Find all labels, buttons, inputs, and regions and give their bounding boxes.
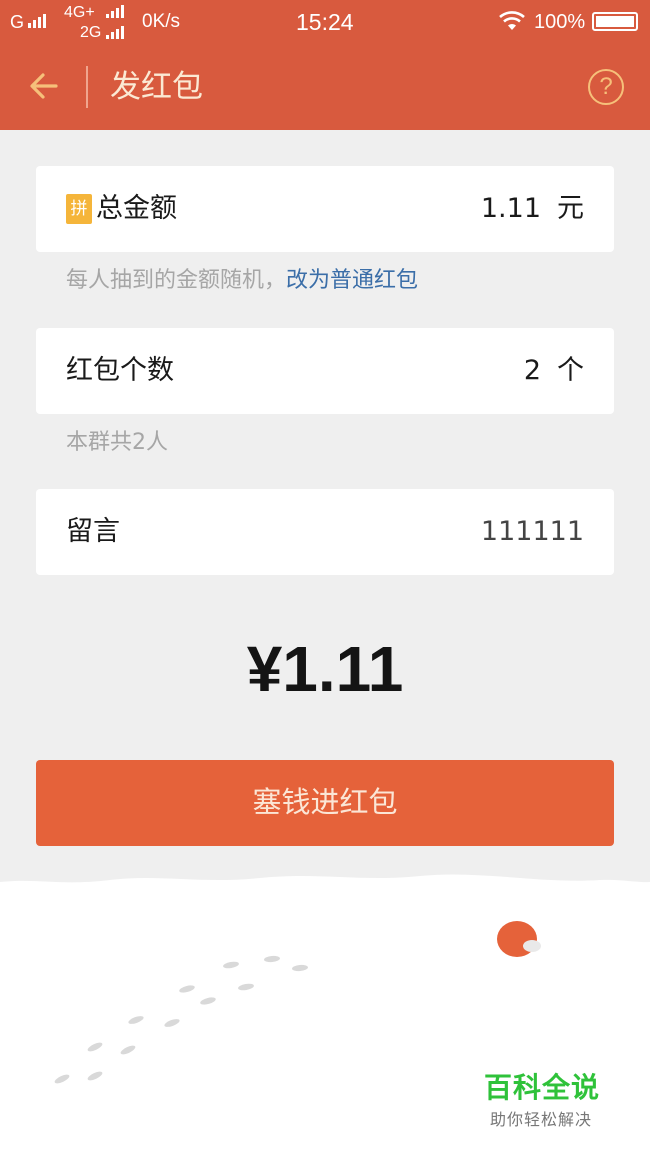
watermark-title: 百科全说 xyxy=(484,1071,601,1104)
message-input[interactable]: 111111 xyxy=(481,489,584,575)
status-bar: G 4G+ 2G 0K/s 15:24 100% xyxy=(0,0,650,44)
message-field[interactable]: 留言 111111 xyxy=(36,489,614,575)
signal-icon xyxy=(106,26,124,39)
total-amount-label: 拼总金额 xyxy=(66,166,177,252)
packet-count-field[interactable]: 红包个数 2个 xyxy=(36,328,614,414)
packet-count-value: 2个 xyxy=(524,328,584,414)
page-title: 发红包 xyxy=(110,69,203,105)
total-amount-field[interactable]: 拼总金额 1.11 元 xyxy=(36,166,614,252)
network-speed: 0K/s xyxy=(142,11,181,32)
back-arrow-icon[interactable] xyxy=(26,68,62,104)
network-type-top: 4G+ xyxy=(64,4,95,21)
total-amount-unit: 元 xyxy=(557,193,584,224)
clock: 15:24 xyxy=(296,9,354,35)
signal-icon xyxy=(28,14,46,28)
total-amount-input[interactable]: 1.11 xyxy=(481,193,541,224)
switch-to-normal-link[interactable]: 改为普通红包 xyxy=(286,268,418,293)
help-icon[interactable]: ? xyxy=(588,69,624,105)
message-label: 留言 xyxy=(66,516,120,547)
battery-icon xyxy=(592,12,638,31)
total-amount-display: ¥1.11 xyxy=(246,633,404,705)
amount-hint-text: 每人抽到的金额随机， xyxy=(66,268,287,293)
lucky-badge-icon: 拼 xyxy=(66,194,92,224)
packet-count-label: 红包个数 xyxy=(66,355,174,386)
watermark-subtitle: 助你轻松解决 xyxy=(490,1110,593,1129)
carrier-label: G xyxy=(10,12,25,32)
total-amount-label-text: 总金额 xyxy=(96,193,177,224)
send-red-packet-button[interactable]: 塞钱进红包 xyxy=(36,760,614,846)
packet-count-unit: 个 xyxy=(557,355,584,386)
watermark-logo: 百科全说 助你轻松解决 xyxy=(484,1066,624,1130)
network-type-bottom: 2G xyxy=(80,24,102,41)
battery-percent: 100% xyxy=(534,11,586,33)
total-amount-value: 1.11 元 xyxy=(481,166,584,252)
wifi-icon xyxy=(498,10,526,36)
packet-count-input[interactable]: 2 xyxy=(524,355,541,386)
group-size-hint: 本群共2人 xyxy=(66,430,168,455)
title-bar: 发红包 ? xyxy=(0,44,650,130)
amount-hint: 每人抽到的金额随机，改为普通红包 xyxy=(66,262,418,294)
signal-icon xyxy=(106,5,124,18)
title-divider xyxy=(86,66,88,108)
